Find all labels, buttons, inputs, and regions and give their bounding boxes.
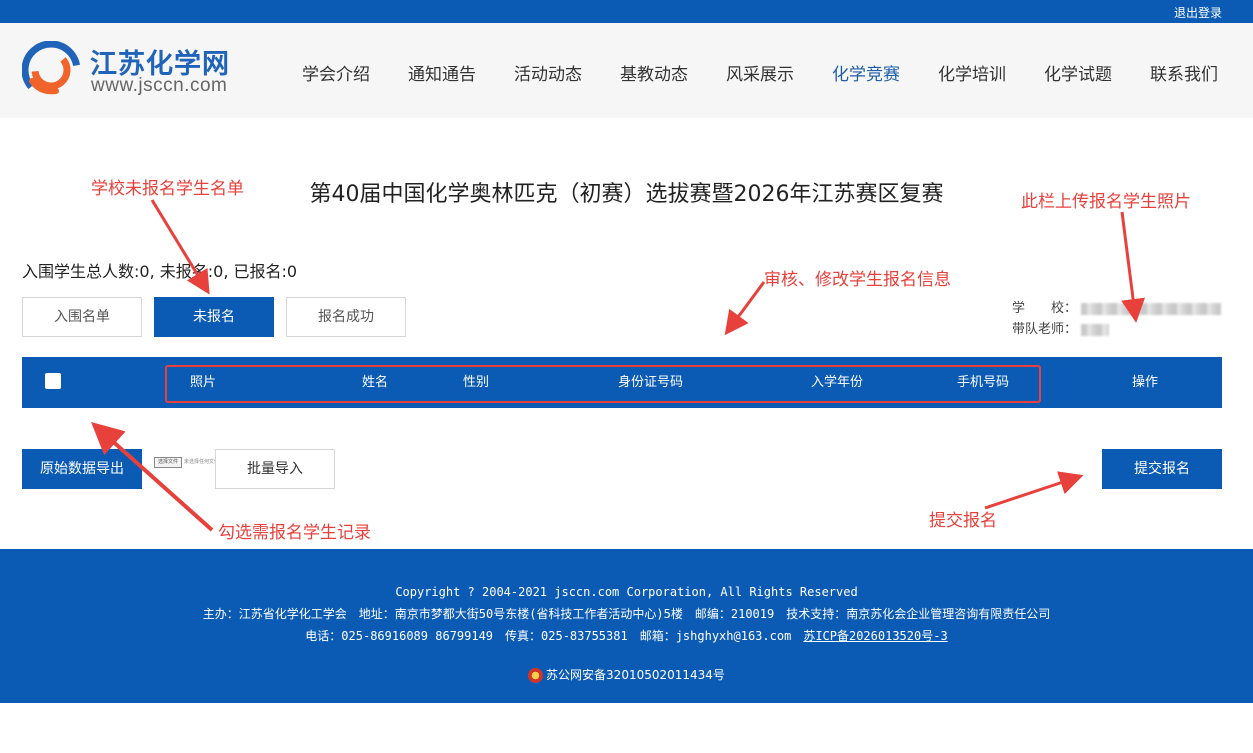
top-bar: 退出登录 xyxy=(0,0,1253,23)
arrow-to-submit-button xyxy=(984,471,1084,510)
submit-registration-button[interactable]: 提交报名 xyxy=(1102,449,1222,489)
column-phone: 手机号码 xyxy=(957,375,1010,390)
logout-link[interactable]: 退出登录 xyxy=(1174,4,1222,21)
nav-item-showcase[interactable]: 风采展示 xyxy=(726,60,794,85)
column-gender: 性别 xyxy=(463,375,490,390)
file-chooser-status: 未选择任何文件 xyxy=(184,459,220,465)
footer-contact: 电话：025-86916089 86799149 传真：025-83755381… xyxy=(305,629,804,643)
site-logo-icon[interactable] xyxy=(22,41,80,99)
footer-copyright: Copyright ? 2004-2021 jsccn.com Corporat… xyxy=(395,585,858,599)
annotation-unregistered-list: 学校未报名学生名单 xyxy=(91,179,244,199)
footer-host: 主办：江苏省化学化工学会 地址：南京市梦都大街50号东楼(省科技工作者活动中心)… xyxy=(202,607,1051,621)
column-action: 操作 xyxy=(1132,375,1159,390)
school-value-redacted xyxy=(1081,302,1222,315)
nav-item-contact[interactable]: 联系我们 xyxy=(1150,60,1218,85)
column-enroll-year: 入学年份 xyxy=(811,375,864,390)
school-info: 学 校： 带队老师： xyxy=(1012,298,1222,340)
annotation-review-edit: 审核、修改学生报名信息 xyxy=(764,270,951,290)
footer-police-text: 苏公网安备32010502011434号 xyxy=(546,668,725,682)
annotation-upload-photo: 此栏上传报名学生照片 xyxy=(1021,192,1191,212)
nav-item-training[interactable]: 化学培训 xyxy=(938,60,1006,85)
site-header: 江苏化学网 www.jsccn.com 学会介绍 通知通告 活动动态 基教动态 … xyxy=(0,23,1253,118)
nav-item-competition[interactable]: 化学竞赛 xyxy=(832,60,900,85)
student-table-header: 照片 姓名 性别 身份证号码 入学年份 手机号码 操作 xyxy=(22,357,1222,408)
nav-item-basic-edu[interactable]: 基教动态 xyxy=(620,60,688,85)
nav-item-about[interactable]: 学会介绍 xyxy=(302,60,370,85)
police-badge-icon xyxy=(528,668,544,683)
footer-contact-line: 电话：025-86916089 86799149 传真：025-83755381… xyxy=(0,627,1253,644)
file-chooser-button[interactable]: 选择文件 xyxy=(154,457,182,468)
nav-item-notices[interactable]: 通知通告 xyxy=(408,60,476,85)
footer-police-record[interactable]: 苏公网安备32010502011434号 xyxy=(0,666,1253,683)
site-footer: Copyright ? 2004-2021 jsccn.com Corporat… xyxy=(0,549,1253,703)
highlight-box xyxy=(165,365,1041,403)
batch-import-button[interactable]: 批量导入 xyxy=(215,449,335,489)
select-all-checkbox[interactable] xyxy=(45,373,61,389)
arrow-to-table-header xyxy=(724,281,766,336)
tab-registered[interactable]: 报名成功 xyxy=(286,297,406,337)
export-raw-data-button[interactable]: 原始数据导出 xyxy=(22,449,142,489)
registration-stats: 入围学生总人数:0, 未报名:0, 已报名:0 xyxy=(22,262,298,281)
annotation-select-records: 勾选需报名学生记录 xyxy=(218,523,371,543)
teacher-value-redacted xyxy=(1081,323,1110,336)
tab-unregistered[interactable]: 未报名 xyxy=(154,297,274,337)
tab-shortlist[interactable]: 入围名单 xyxy=(22,297,142,337)
column-name: 姓名 xyxy=(362,375,389,390)
school-label: 学 校： xyxy=(1012,301,1078,316)
footer-icp-link[interactable]: 苏ICP备2026013520号-3 xyxy=(803,629,947,643)
teacher-label: 带队老师： xyxy=(1012,322,1078,337)
annotation-submit: 提交报名 xyxy=(929,511,997,531)
column-id-number: 身份证号码 xyxy=(618,375,684,390)
column-photo: 照片 xyxy=(190,375,217,390)
site-url: www.jsccn.com xyxy=(91,75,228,96)
nav-item-activities[interactable]: 活动动态 xyxy=(514,60,582,85)
nav-item-exams[interactable]: 化学试题 xyxy=(1044,60,1112,85)
